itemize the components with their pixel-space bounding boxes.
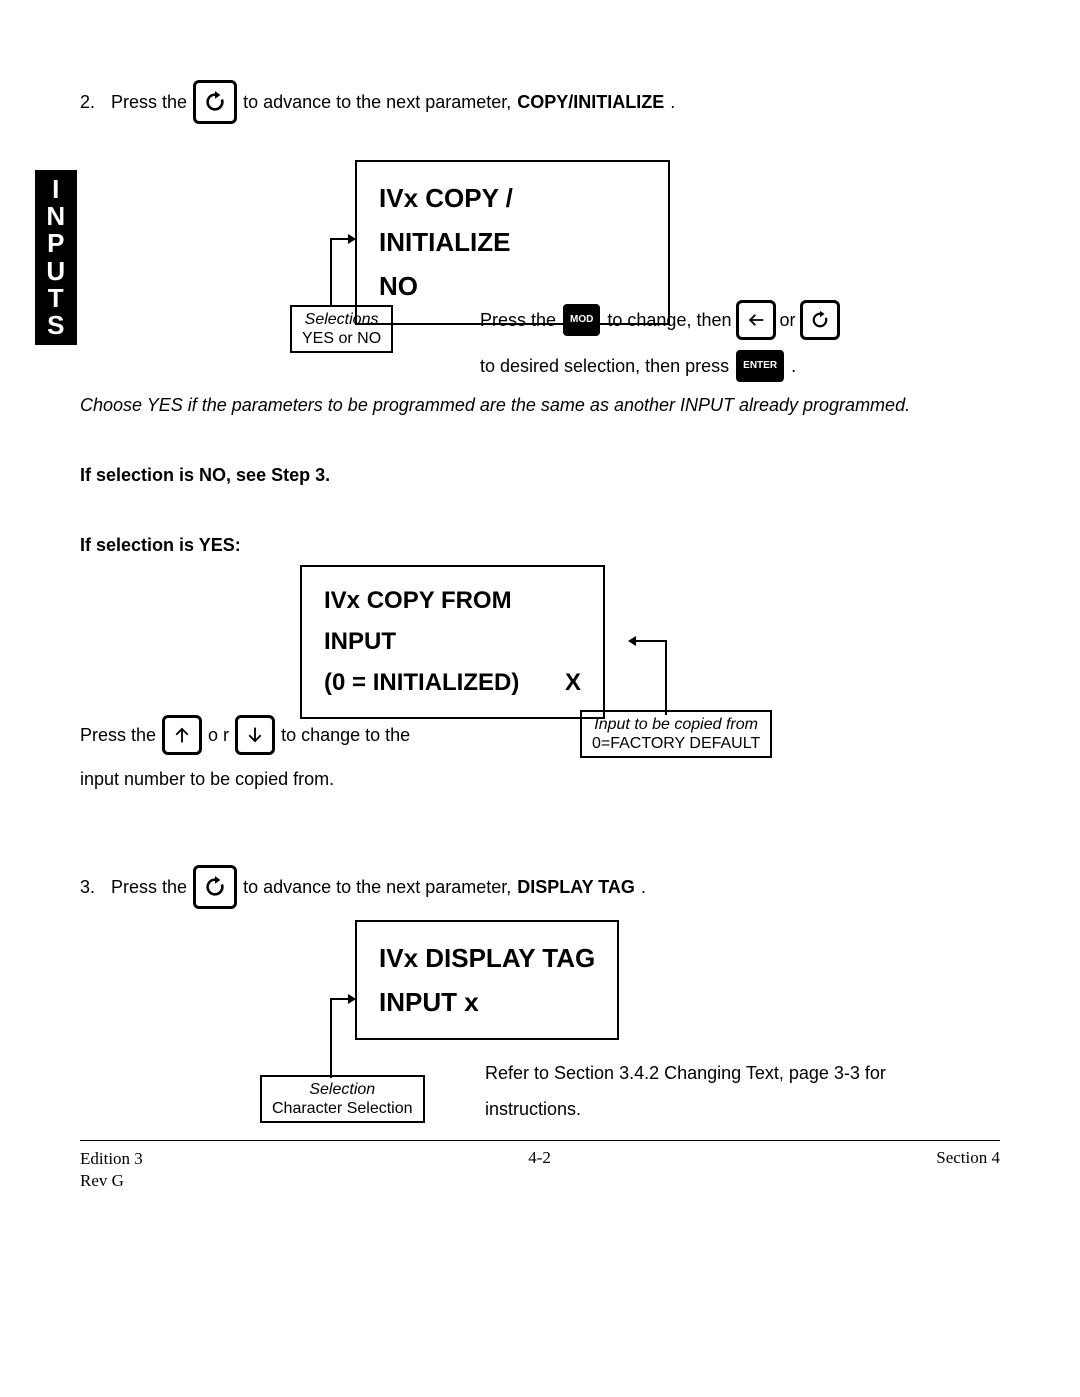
display-line: IVx COPY / INITIALIZE	[379, 176, 646, 264]
text: to change, then	[607, 302, 731, 338]
text: or	[780, 302, 796, 338]
text: input number to be copied from.	[80, 761, 480, 797]
diagram-copy-from-input: IVx COPY FROM INPUT (0 = INITIALIZED) X …	[80, 560, 1000, 790]
text: o r	[208, 717, 229, 753]
selections-options: YES or NO	[302, 329, 381, 348]
step-3-line: 3. Press the to advance to the next para…	[80, 865, 1000, 909]
param-name: COPY/INITIALIZE	[517, 92, 664, 113]
page-footer: Edition 3 Rev G 4-2 Section 4	[80, 1148, 1000, 1192]
footer-edition: Edition 3	[80, 1148, 143, 1170]
footer-rev: Rev G	[80, 1170, 143, 1192]
text: to change to the	[281, 717, 410, 753]
cycle-icon	[193, 865, 237, 909]
display-line: (0 = INITIALIZED)	[324, 663, 519, 704]
enter-button-icon: ENTER	[736, 350, 784, 382]
display-box-copy-from: IVx COPY FROM INPUT (0 = INITIALIZED) X	[300, 565, 605, 719]
text: .	[670, 92, 675, 113]
selections-box: Selections YES or NO	[290, 305, 393, 353]
text: Press the	[480, 302, 556, 338]
step-number: 2.	[80, 92, 95, 113]
text: Press the	[111, 877, 187, 898]
text: .	[641, 877, 646, 898]
cycle-icon	[193, 80, 237, 124]
text: Press the	[111, 92, 187, 113]
mod-button-icon: MOD	[563, 304, 600, 336]
display-value-x: X	[565, 663, 581, 704]
text: to advance to the next parameter,	[243, 877, 511, 898]
copy-box-sub: 0=FACTORY DEFAULT	[592, 734, 760, 753]
text: to desired selection, then press	[480, 348, 729, 384]
arrow-line	[330, 998, 332, 1078]
if-yes-heading: If selection is YES:	[80, 535, 241, 556]
arrow-head-icon	[348, 234, 356, 244]
left-arrow-icon	[736, 300, 776, 340]
refer-text: Refer to Section 3.4.2 Changing Text, pa…	[485, 1055, 925, 1127]
footer-rule	[80, 1140, 1000, 1141]
arrow-line	[330, 238, 348, 240]
down-arrow-icon	[235, 715, 275, 755]
text: to advance to the next parameter,	[243, 92, 511, 113]
selection-title: Selection	[272, 1080, 413, 1099]
if-no-heading: If selection is NO, see Step 3.	[80, 465, 330, 486]
param-name: DISPLAY TAG	[517, 877, 635, 898]
mod-instructions: Press the MOD to change, then or to desi…	[480, 300, 910, 392]
choose-yes-note: Choose YES if the parameters to be progr…	[80, 395, 1000, 416]
text: Press the	[80, 717, 156, 753]
selection-box: Selection Character Selection	[260, 1075, 425, 1123]
press-up-down-text: Press the o r to change to the input num…	[80, 715, 480, 797]
diagram-copy-initialize: IVx COPY / INITIALIZE NO Selections YES …	[80, 160, 1000, 390]
cycle-icon	[800, 300, 840, 340]
display-line: IVx DISPLAY TAG	[379, 936, 595, 980]
arrow-line	[665, 640, 667, 715]
diagram-display-tag: IVx DISPLAY TAG INPUT x Selection Charac…	[80, 920, 1000, 1120]
manual-page: INPUTS 2. Press the to advance to the ne…	[0, 0, 1080, 1397]
display-box-display-tag: IVx DISPLAY TAG INPUT x	[355, 920, 670, 1040]
text: .	[791, 348, 796, 384]
step-number: 3.	[80, 877, 95, 898]
display-line: INPUT x	[379, 980, 595, 1024]
arrow-line	[330, 238, 332, 305]
selection-options: Character Selection	[272, 1099, 413, 1118]
up-arrow-icon	[162, 715, 202, 755]
arrow-line	[635, 640, 665, 642]
copy-box-title: Input to be copied from	[592, 715, 760, 734]
input-to-copy-box: Input to be copied from 0=FACTORY DEFAUL…	[580, 710, 772, 758]
arrow-head-icon	[348, 994, 356, 1004]
arrow-line	[330, 998, 348, 1000]
footer-page-number: 4-2	[528, 1148, 551, 1192]
footer-section: Section 4	[936, 1148, 1000, 1192]
display-line: IVx COPY FROM INPUT	[324, 581, 581, 663]
step-2-line: 2. Press the to advance to the next para…	[80, 80, 1000, 124]
section-tab-inputs: INPUTS	[35, 170, 77, 345]
selections-title: Selections	[302, 310, 381, 329]
